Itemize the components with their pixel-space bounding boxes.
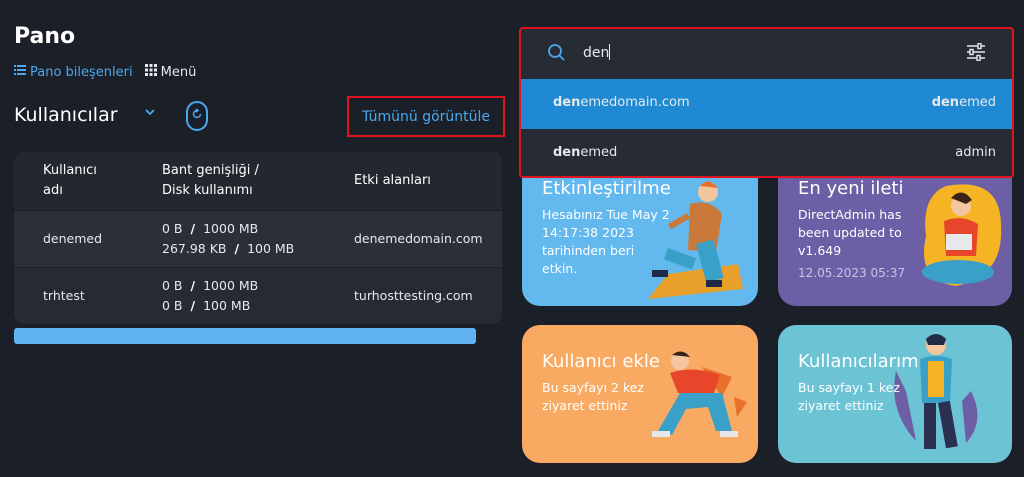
table-row[interactable]: denemed 0 B/1000 MB 267.98 KB/100 MB den… [14,210,502,267]
usage-cell: 0 B/1000 MB 267.98 KB/100 MB [162,221,295,256]
search-input[interactable]: den [521,29,1012,79]
menu-link[interactable]: Menü [144,64,197,80]
search-result-label: denemedomain.com [553,95,690,110]
search-result-item[interactable]: denemed admin [521,129,1012,176]
activation-card-text: Hesabınız Tue May 2 14:17:38 2023 tarihi… [542,207,670,276]
latest-message-card-title: En yeni ileti [798,178,904,199]
refresh-icon [191,108,203,124]
column-header-username[interactable]: Kullanıcı adı [43,161,97,201]
grid-icon [144,64,157,80]
search-panel: den denemedomain.com denemed denemed adm… [519,27,1014,178]
username-cell[interactable]: denemed [43,229,102,249]
add-user-card-title: Kullanıcı ekle [542,351,660,372]
column-header-domains[interactable]: Etki alanları [354,171,431,191]
components-link-label: Pano bileşenleri [30,64,133,80]
table-header: Kullanıcı adı Bant genişliği / Disk kull… [14,152,502,210]
reader-illustration-icon [922,184,1002,286]
domain-cell[interactable]: turhosttesting.com [354,286,473,306]
my-users-card-title: Kullanıcılarım [798,351,919,372]
search-icon [547,43,565,65]
latest-message-card-text: DirectAdmin has been updated to v1.649 [798,207,902,258]
domain-cell[interactable]: denemedomain.com [354,229,483,249]
add-user-card[interactable]: Kullanıcı ekle Bu sayfayı 2 kez ziyaret … [522,325,758,463]
users-section-title: Kullanıcılar [14,104,118,126]
latest-message-date: 12.05.2023 05:37 [798,266,906,280]
header-links: Pano bileşenleri Menü [14,64,196,80]
username-cell[interactable]: trhtest [43,286,85,306]
activation-card[interactable]: Etkinleştirilme Hesabınız Tue May 2 14:1… [522,160,758,306]
column-header-bandwidth[interactable]: Bant genişliği / Disk kullanımı [162,161,259,201]
page-title: Pano [14,24,76,49]
activation-card-title: Etkinleştirilme [542,178,671,199]
components-link[interactable]: Pano bileşenleri [14,64,133,80]
table-row[interactable]: trhtest 0 B/1000 MB 0 B/100 MB turhostte… [14,267,502,324]
horizontal-scrollbar[interactable] [14,328,476,344]
users-table: Kullanıcı adı Bant genişliği / Disk kull… [14,152,502,324]
my-users-card[interactable]: Kullanıcılarım Bu sayfayı 1 kez ziyaret … [778,325,1012,463]
add-user-card-text: Bu sayfayı 2 kez ziyaret ettiniz [542,380,644,413]
refresh-button[interactable] [186,101,208,131]
list-icon [14,64,26,80]
search-result-label: denemed [553,145,618,160]
search-result-item[interactable]: denemedomain.com denemed [521,79,1012,129]
latest-message-card[interactable]: En yeni ileti DirectAdmin has been updat… [778,160,1012,306]
menu-link-label: Menü [160,64,197,80]
view-all-link[interactable]: Tümünü görüntüle [347,96,505,137]
filter-icon[interactable] [966,42,986,65]
usage-cell: 0 B/1000 MB 0 B/100 MB [162,278,259,313]
chevron-down-icon[interactable] [144,106,156,122]
search-result-type: admin [955,145,996,160]
search-query[interactable]: den [583,44,611,61]
my-users-card-text: Bu sayfayı 1 kez ziyaret ettiniz [798,380,900,413]
search-result-type: denemed [931,95,996,110]
